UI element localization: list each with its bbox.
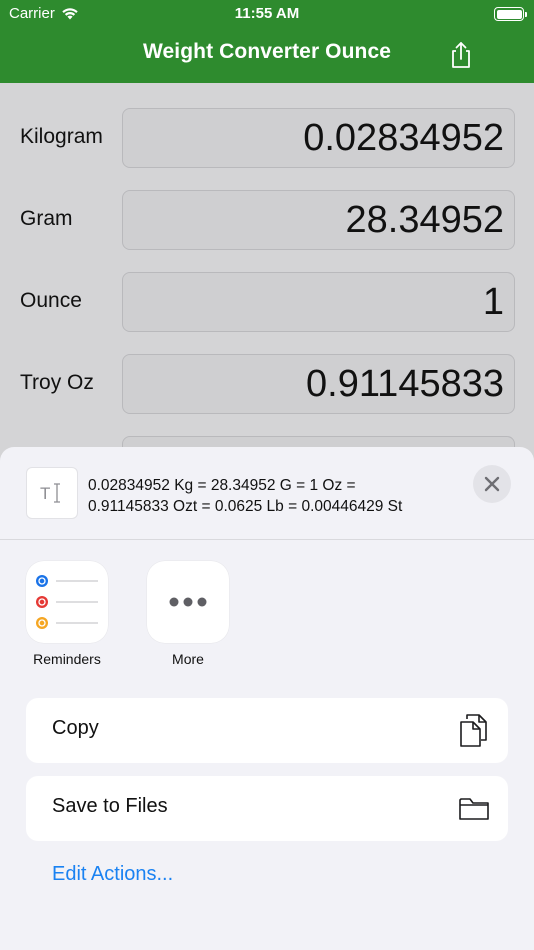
folder-icon: [459, 798, 489, 820]
share-icon: [452, 42, 470, 68]
share-preview-line-1: 0.02834952 Kg = 28.34952 G = 1 Oz =: [88, 477, 356, 494]
gram-row: Gram 28.34952: [0, 190, 534, 250]
more-icon: [169, 597, 207, 607]
reminders-app-button[interactable]: [26, 561, 108, 643]
kilogram-row: Kilogram 0.02834952: [0, 108, 534, 168]
ounce-field[interactable]: 1: [122, 272, 515, 332]
share-sheet-header: T 0.02834952 Kg = 28.34952 G = 1 Oz = 0.…: [0, 447, 534, 540]
kilogram-field[interactable]: 0.02834952: [122, 108, 515, 168]
reminders-app-label: Reminders: [33, 651, 101, 667]
status-bar: Carrier 11:55 AM: [0, 0, 534, 28]
status-time: 11:55 AM: [234, 5, 300, 22]
troy-oz-label: Troy Oz: [20, 371, 94, 394]
share-sheet: T 0.02834952 Kg = 28.34952 G = 1 Oz = 0.…: [0, 447, 534, 950]
gram-label: Gram: [20, 207, 73, 230]
reminders-icon: [36, 575, 98, 629]
ounce-label: Ounce: [20, 289, 82, 312]
battery-icon: [494, 7, 527, 21]
svg-text:T: T: [40, 484, 50, 503]
navigation-bar: Carrier 11:55 AM Weight Converter Ounce: [0, 0, 534, 83]
text-document-icon: T: [26, 467, 78, 519]
more-apps-button[interactable]: [147, 561, 229, 643]
ounce-row: Ounce 1: [0, 272, 534, 332]
gram-field[interactable]: 28.34952: [122, 190, 515, 250]
troy-oz-row: Troy Oz 0.91145833: [0, 354, 534, 414]
kilogram-label: Kilogram: [20, 125, 103, 148]
share-preview-line-2: 0.91145833 Ozt = 0.0625 Lb = 0.00446429 …: [88, 498, 403, 515]
more-apps-label: More: [172, 651, 204, 667]
share-preview-text: 0.02834952 Kg = 28.34952 G = 1 Oz = 0.91…: [88, 475, 468, 517]
share-button[interactable]: [448, 41, 474, 69]
edit-actions-link[interactable]: Edit Actions...: [52, 863, 173, 886]
save-to-files-action[interactable]: Save to Files: [26, 776, 508, 841]
troy-oz-field[interactable]: 0.91145833: [122, 354, 515, 414]
close-button[interactable]: [473, 465, 511, 503]
save-to-files-label: Save to Files: [52, 795, 168, 817]
copy-action-label: Copy: [52, 717, 99, 739]
copy-action[interactable]: Copy: [26, 698, 508, 763]
copy-icon: [460, 714, 487, 747]
close-icon: [484, 476, 500, 492]
